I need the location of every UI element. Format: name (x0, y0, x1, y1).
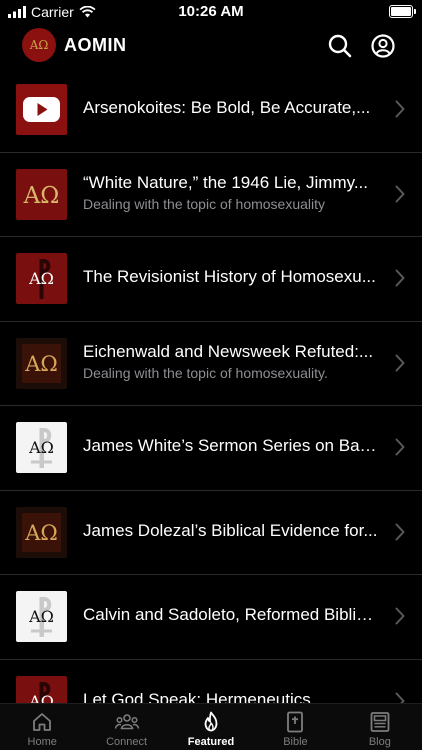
item-title: Let God Speak: Hermeneutics (83, 689, 311, 705)
tab-connect[interactable]: Connect (84, 704, 168, 750)
item-title: Eichenwald and Newsweek Refuted:... (83, 341, 374, 361)
item-title: James Dolezal’s Biblical Evidence for... (83, 520, 378, 540)
people-icon (114, 714, 139, 730)
item-thumbnail: AΩ (16, 422, 67, 473)
list-item[interactable]: AΩ Calvin and Sadoleto, Reformed Biblici.… (0, 575, 422, 660)
theology-logo-icon: AΩ (16, 675, 67, 704)
list-item[interactable]: Arsenokoites: Be Bold, Be Accurate,... (0, 68, 422, 153)
aomin-logo-icon: AΩ (16, 168, 67, 220)
battery-icon (389, 5, 416, 18)
battery-fill (391, 7, 411, 16)
theology-logo-icon: AΩ (16, 422, 67, 473)
tab-home-label: Home (27, 736, 57, 748)
search-icon[interactable] (326, 32, 354, 60)
item-title: “White Nature,” the 1946 Lie, Jimmy... (83, 172, 369, 192)
item-thumbnail: AΩ (16, 591, 67, 642)
svg-text:AΩ: AΩ (28, 438, 54, 457)
item-text: James White’s Sermon Series on Bap... (83, 435, 380, 457)
item-subtitle: Dealing with the topic of homosexuality (83, 195, 326, 212)
tab-home[interactable]: Home (0, 704, 84, 750)
aomin-logo-icon: AΩ (16, 506, 67, 558)
list-item[interactable]: AΩ “White Nature,” the 1946 Lie, Jimmy...… (0, 153, 422, 237)
item-title: Arsenokoites: Be Bold, Be Accurate,... (83, 98, 371, 117)
svg-text:AΩ: AΩ (28, 269, 54, 288)
chevron-right-icon (395, 607, 405, 625)
tab-bible-label: Bible (283, 736, 308, 748)
tab-featured[interactable]: Featured (169, 704, 253, 750)
list-item[interactable]: AΩ Eichenwald and Newsweek Refuted:... Dea… (0, 322, 422, 406)
app-title: AOMIN (64, 35, 127, 55)
item-text: Arsenokoites: Be Bold, Be Accurate,... (83, 97, 380, 119)
item-text: Eichenwald and Newsweek Refuted:... Deali… (83, 341, 380, 383)
tab-blog[interactable]: Blog (338, 704, 422, 750)
chevron-right-icon (395, 438, 405, 456)
item-thumbnail (16, 84, 67, 135)
home-icon (33, 713, 52, 731)
logo-text: AΩ (29, 38, 49, 52)
item-thumbnail: AΩ (16, 675, 67, 704)
account-icon[interactable] (369, 32, 397, 60)
item-text: Calvin and Sadoleto, Reformed Biblici... (83, 604, 380, 626)
chevron-right-icon (395, 523, 405, 540)
tab-bar: Home Connect Featured Bible Blog (0, 703, 422, 750)
svg-text:AΩ: AΩ (28, 607, 54, 626)
item-text: Let God Speak: Hermeneutics (83, 689, 380, 705)
blog-icon (370, 712, 390, 732)
flame-icon (204, 711, 218, 732)
item-thumbnail: AΩ (16, 337, 67, 389)
tab-bible[interactable]: Bible (253, 704, 337, 750)
tab-blog-label: Blog (368, 736, 391, 748)
item-title: James White’s Sermon Series on Bap... (83, 436, 380, 455)
content-list: Arsenokoites: Be Bold, Be Accurate,... AΩ… (0, 68, 422, 704)
item-thumbnail: AΩ (16, 506, 67, 558)
svg-text:AΩ: AΩ (24, 521, 58, 545)
tab-connect-label: Connect (106, 736, 148, 748)
app-logo[interactable]: AΩ (22, 28, 56, 62)
item-title: Calvin and Sadoleto, Reformed Biblici... (83, 605, 380, 624)
list-item[interactable]: AΩ The Revisionist History of Homosexu... (0, 237, 422, 322)
aomin-logo-icon: AΩ (16, 337, 67, 389)
theology-logo-icon: AΩ (16, 591, 67, 642)
item-text: “White Nature,” the 1946 Lie, Jimmy... De… (83, 172, 380, 214)
list-item[interactable]: AΩ James Dolezal’s Biblical Evidence for.… (0, 491, 422, 575)
list-item[interactable]: AΩ James White’s Sermon Series on Bap... (0, 406, 422, 491)
status-bar: Carrier 10:26 AM (0, 0, 422, 24)
item-subtitle: Dealing with the topic of homosexuality. (83, 364, 328, 381)
svg-text:AΩ: AΩ (23, 183, 60, 209)
chevron-right-icon (395, 100, 405, 118)
tab-featured-label: Featured (187, 736, 235, 748)
chevron-right-icon (395, 185, 405, 202)
theology-logo-icon: AΩ (16, 253, 67, 304)
app-header: AΩ AOMIN (0, 24, 422, 68)
item-title: The Revisionist History of Homosexu... (83, 267, 376, 286)
item-text: The Revisionist History of Homosexu... (83, 266, 380, 288)
chevron-right-icon (395, 354, 405, 371)
item-thumbnail: AΩ (16, 168, 67, 220)
item-thumbnail: AΩ (16, 253, 67, 304)
status-time: 10:26 AM (178, 3, 244, 20)
item-text: James Dolezal’s Biblical Evidence for... (83, 520, 380, 542)
chevron-right-icon (395, 269, 405, 287)
youtube-logo-icon (16, 84, 67, 135)
svg-text:AΩ: AΩ (24, 352, 58, 376)
bible-icon (287, 711, 304, 733)
list-item[interactable]: AΩ Let God Speak: Hermeneutics (0, 660, 422, 705)
